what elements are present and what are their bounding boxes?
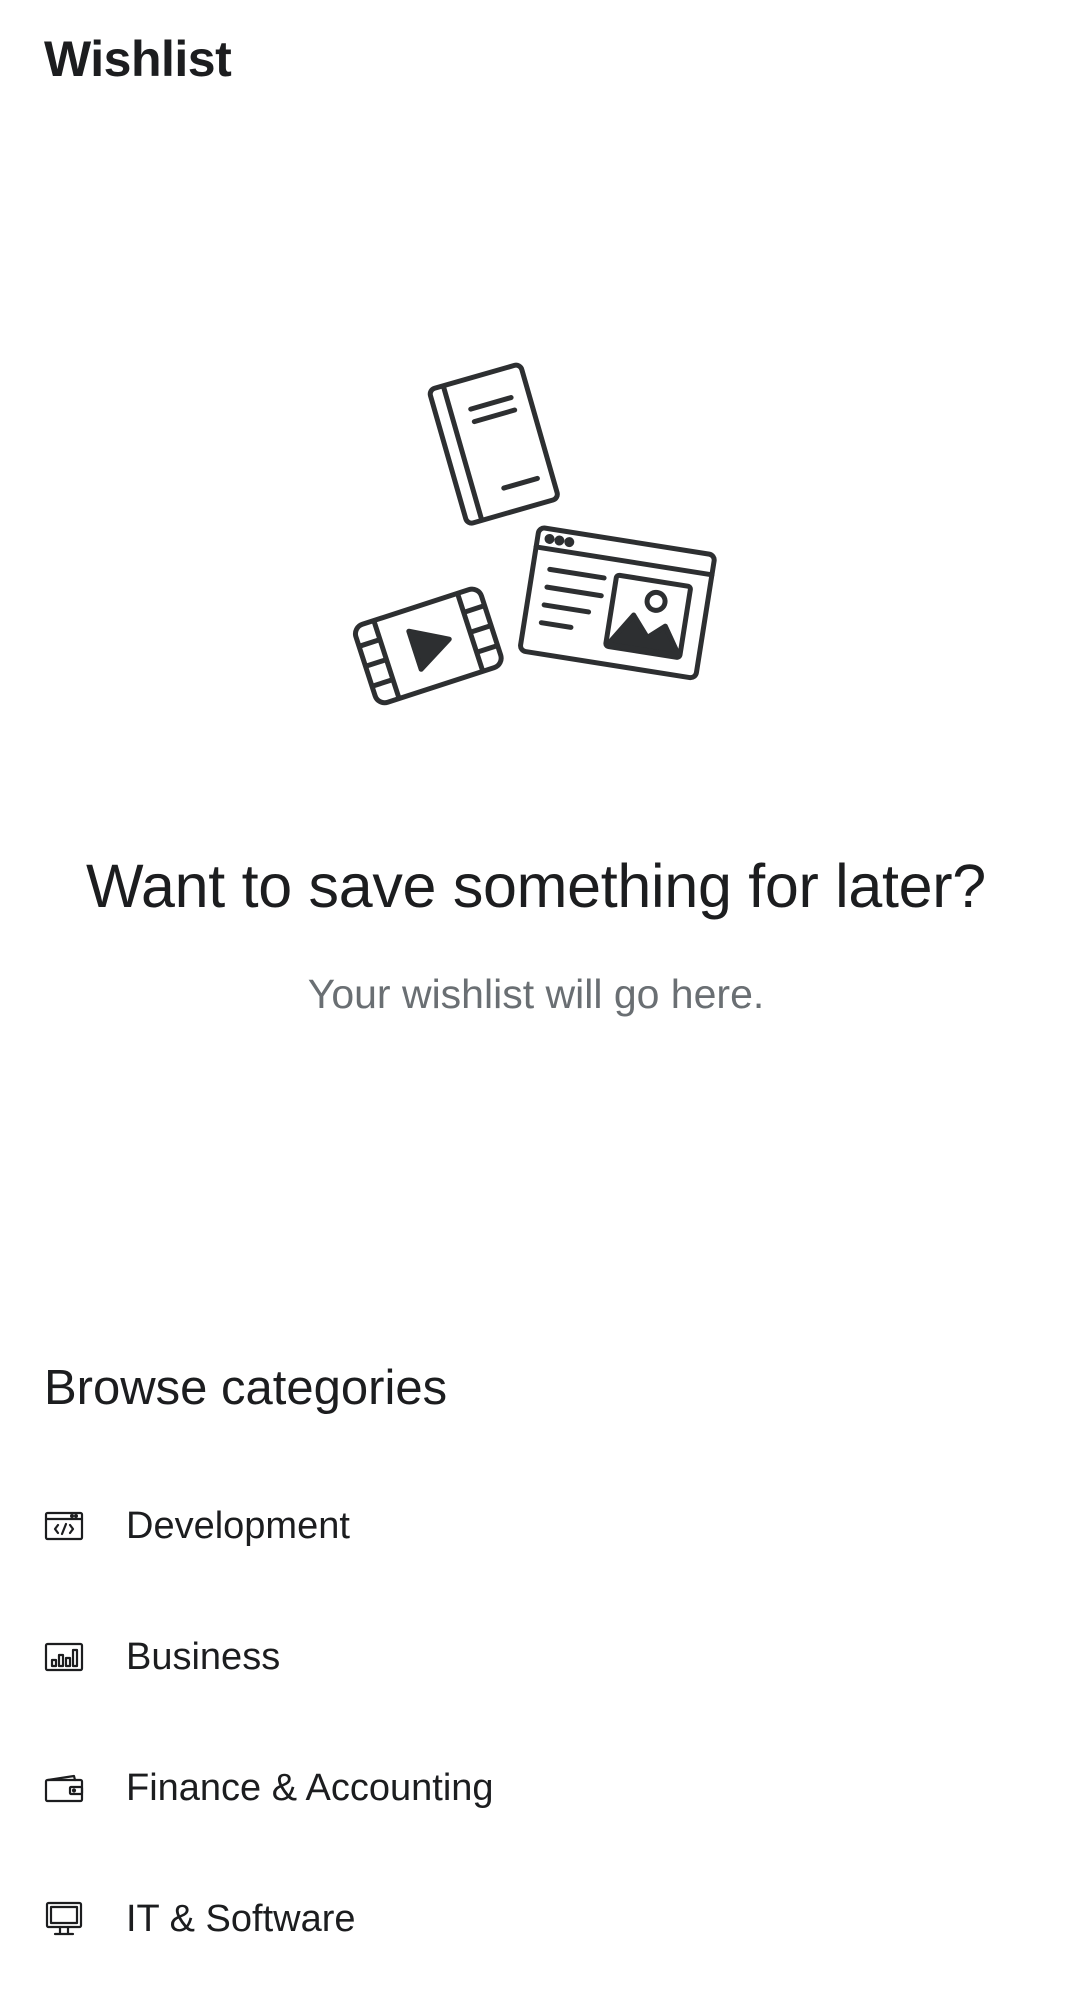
wallet-icon [44, 1768, 84, 1808]
category-label: Finance & Accounting [126, 1766, 494, 1809]
category-label: IT & Software [126, 1897, 356, 1940]
page-title: Wishlist [44, 31, 232, 87]
code-window-icon [44, 1506, 84, 1546]
category-list: Development Business Finance & Accountin… [0, 1460, 1072, 1984]
category-item-development[interactable]: Development [0, 1460, 1072, 1591]
empty-state-title: Want to save something for later? [86, 852, 986, 920]
category-item-finance-accounting[interactable]: Finance & Accounting [0, 1722, 1072, 1853]
empty-state-subtitle: Your wishlist will go here. [307, 971, 765, 1017]
wishlist-page: Wishlist Want to save something for late… [0, 0, 1072, 2000]
bar-chart-icon [44, 1637, 84, 1677]
category-item-it-software[interactable]: IT & Software [0, 1853, 1072, 1984]
saved-items-illustration [350, 350, 722, 722]
browser-window-icon [518, 525, 717, 681]
video-film-icon [352, 586, 504, 706]
monitor-icon [44, 1899, 84, 1939]
book-icon [427, 362, 560, 526]
category-item-business[interactable]: Business [0, 1591, 1072, 1722]
category-label: Business [126, 1635, 281, 1678]
category-label: Development [126, 1504, 350, 1547]
browse-categories-title: Browse categories [44, 1361, 448, 1415]
